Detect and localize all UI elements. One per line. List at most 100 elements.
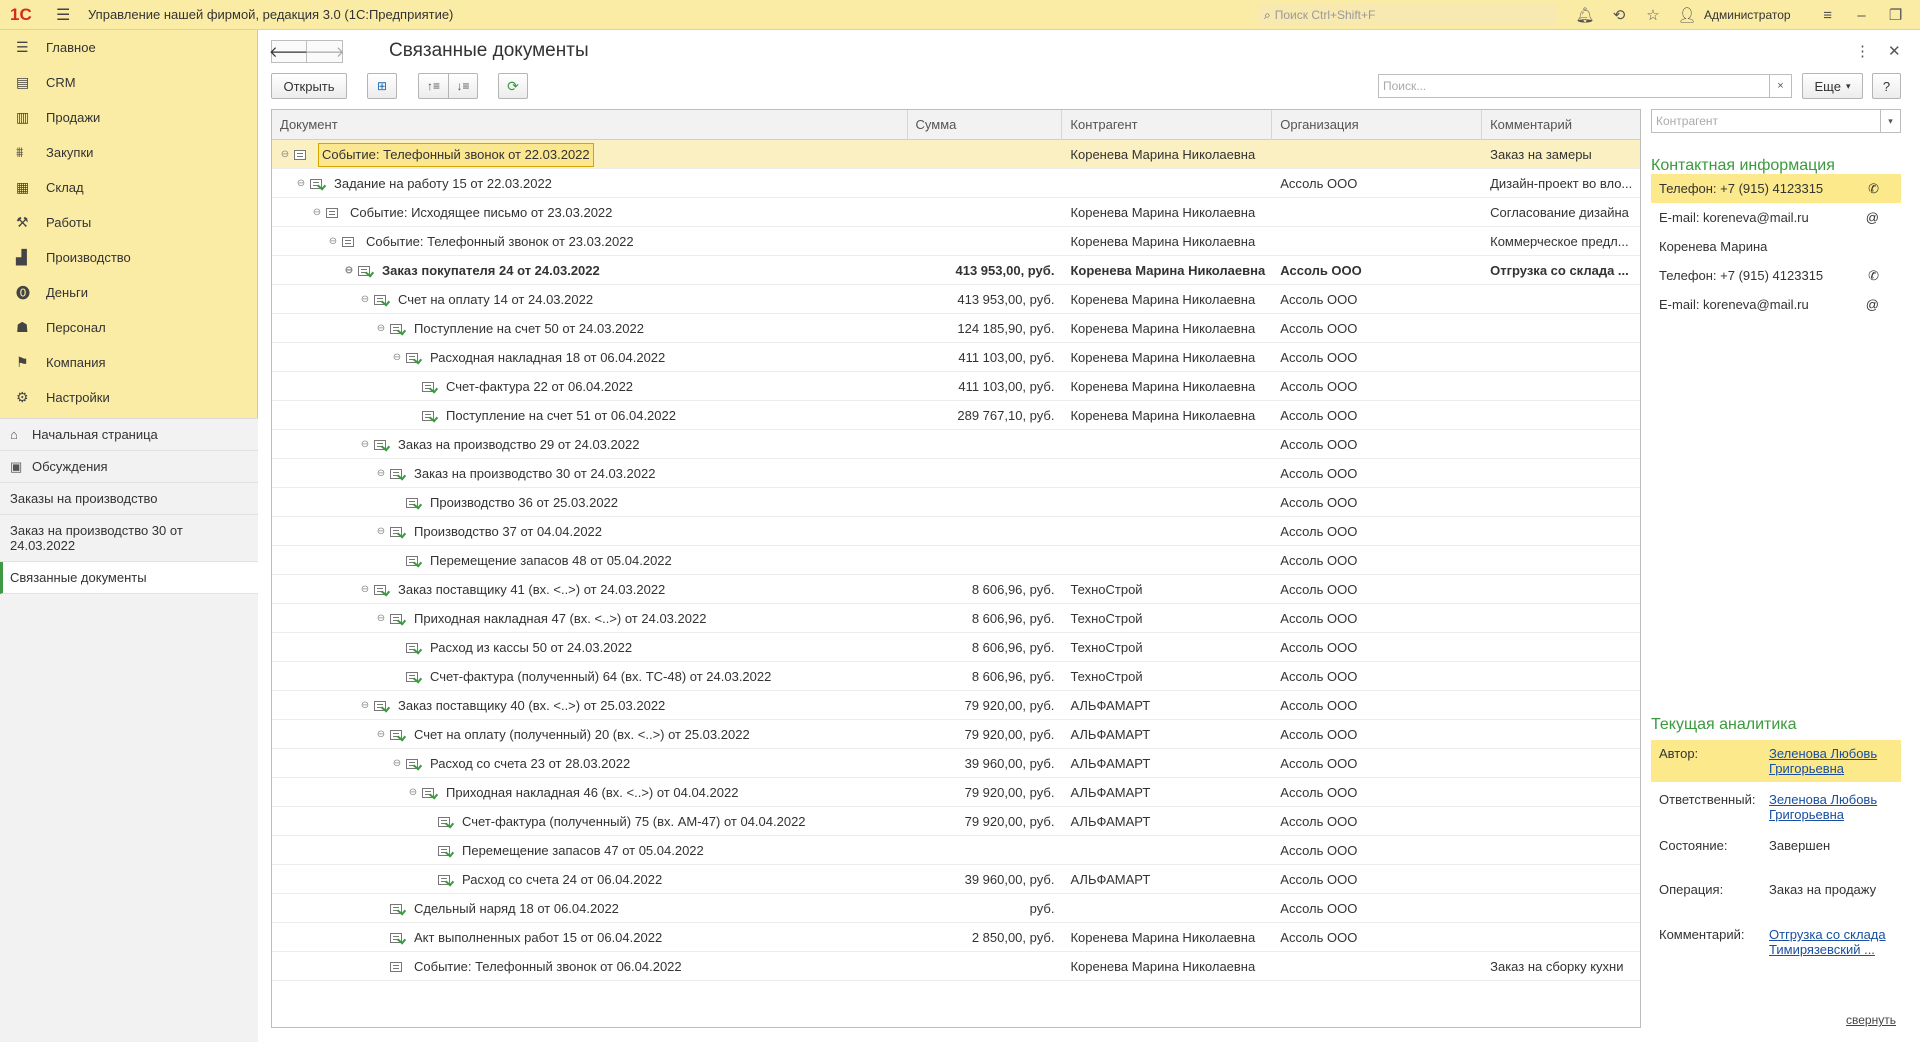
table-row[interactable]: ⊖ Счет на оплату (полученный) 20 (вх. <..… [272,720,1640,749]
search-input[interactable]: Поиск... [1378,74,1770,98]
email-icon[interactable]: @ [1866,210,1879,225]
sort-asc-button[interactable]: ↑≡ [418,73,448,99]
table-row[interactable]: ⊖ Приходная накладная 46 (вх. <..>) от 04… [272,778,1640,807]
nav-item[interactable]: ⩩ Закупки [0,135,257,170]
document-title[interactable]: Перемещение запасов 47 от 05.04.2022 [462,836,704,865]
collapse-toggle-icon[interactable]: ⊖ [374,314,388,343]
document-title[interactable]: Акт выполненных работ 15 от 06.04.2022 [414,923,662,952]
table-row[interactable]: Акт выполненных работ 15 от 06.04.2022 2 … [272,923,1640,952]
open-window-item[interactable]: ⌂ Начальная страница [0,419,258,451]
user-name[interactable]: Администратор [1704,8,1791,22]
table-row[interactable]: ⊖ Заказ поставщику 41 (вх. <..>) от 24.03… [272,575,1640,604]
email-icon[interactable]: @ [1866,297,1879,312]
table-row[interactable]: Расход из кассы 50 от 24.03.2022 8 606,96… [272,633,1640,662]
collapse-toggle-icon[interactable]: ⊖ [294,169,308,198]
table-row[interactable]: ⊖ Заказ поставщику 40 (вх. <..>) от 25.03… [272,691,1640,720]
collapse-toggle-icon[interactable]: ⊖ [374,517,388,546]
column-header-document[interactable]: Документ [272,110,908,140]
collapse-toggle-icon[interactable]: ⊖ [342,256,356,285]
forward-button[interactable]: 🡒 [304,40,345,63]
bell-icon[interactable]: 🔔︎ [1568,6,1602,24]
table-row[interactable]: ⊖ Заказ на производство 29 от 24.03.2022 А… [272,430,1640,459]
table-row[interactable]: Событие: Телефонный звонок от 06.04.2022… [272,952,1640,981]
open-window-item[interactable]: Связанные документы [0,562,258,594]
collapse-toggle-icon[interactable]: ⊖ [358,575,372,604]
nav-item[interactable]: ⚙ Настройки [0,380,257,415]
table-row[interactable]: ⊖ Счет на оплату 14 от 24.03.2022 413 953,… [272,285,1640,314]
contact-row[interactable]: Телефон: +7 (915) 4123315 ✆ [1651,261,1901,290]
phone-icon[interactable]: ✆ [1868,268,1879,284]
table-row[interactable]: Поступление на счет 51 от 06.04.2022 289 … [272,401,1640,430]
document-title[interactable]: Перемещение запасов 48 от 05.04.2022 [430,546,672,575]
open-window-item[interactable]: Заказ на производство 30 от 24.03.2022 [0,515,258,562]
document-title[interactable]: Счет на оплату (полученный) 20 (вх. <..>… [414,720,750,749]
document-title[interactable]: Событие: Исходящее письмо от 23.03.2022 [350,198,612,227]
minimize-icon[interactable]: – [1845,7,1879,24]
contact-row[interactable]: E-mail: koreneva@mail.ru @ [1651,203,1901,232]
main-menu-icon[interactable]: ☰ [56,5,76,25]
contact-row[interactable]: Телефон: +7 (915) 4123315 ✆ [1651,174,1901,203]
more-button[interactable]: Еще ▾ [1802,73,1863,99]
nav-item[interactable]: ▟ Производство [0,240,257,275]
collapse-toggle-icon[interactable]: ⊖ [326,227,340,256]
table-row[interactable]: Перемещение запасов 47 от 05.04.2022 Ассо… [272,836,1640,865]
more-actions-icon[interactable]: ⋮ [1855,42,1870,60]
column-header-comment[interactable]: Комментарий [1482,110,1640,140]
history-icon[interactable]: ⟲ [1602,6,1636,24]
kontragent-input[interactable]: Контрагент [1651,109,1881,133]
table-row[interactable]: Сдельный наряд 18 от 06.04.2022 руб. Ассол… [272,894,1640,923]
app-logo[interactable]: 1С [10,5,44,25]
collapse-toggle-icon[interactable]: ⊖ [358,691,372,720]
collapse-toggle-icon[interactable]: ⊖ [310,198,324,227]
document-title[interactable]: Сдельный наряд 18 от 06.04.2022 [414,894,619,923]
document-title[interactable]: Заказ покупателя 24 от 24.03.2022 [382,256,600,285]
search-clear-button[interactable]: × [1770,74,1792,98]
document-title[interactable]: Поступление на счет 51 от 06.04.2022 [446,401,676,430]
nav-item[interactable]: ☗ Персонал [0,310,257,345]
document-title[interactable]: Заказ поставщику 41 (вх. <..>) от 24.03.… [398,575,665,604]
collapse-toggle-icon[interactable]: ⊖ [390,749,404,778]
table-row[interactable]: ⊖ Расход со счета 23 от 28.03.2022 39 960,… [272,749,1640,778]
close-app-icon[interactable]: ✕ [1913,6,1920,24]
collapse-link[interactable]: свернуть [1846,1013,1896,1027]
structure-button[interactable]: ⊞ [367,73,397,99]
table-row[interactable]: ⊖ Задание на работу 15 от 22.03.2022 Ассол… [272,169,1640,198]
nav-item[interactable]: ⚑ Компания [0,345,257,380]
table-row[interactable]: Счет-фактура (полученный) 75 (вх. АМ-47)… [272,807,1640,836]
document-title[interactable]: Расход со счета 23 от 28.03.2022 [430,749,630,778]
close-icon[interactable]: ✕ [1888,42,1901,60]
collapse-toggle-icon[interactable]: ⊖ [358,285,372,314]
star-icon[interactable]: ☆ [1636,6,1670,24]
table-row[interactable]: Производство 36 от 25.03.2022 Ассоль ООО [272,488,1640,517]
document-title[interactable]: Расход из кассы 50 от 24.03.2022 [430,633,632,662]
sort-desc-button[interactable]: ↓≡ [448,73,478,99]
table-row[interactable]: ⊖ Производство 37 от 04.04.2022 Ассоль ООО [272,517,1640,546]
contact-row[interactable]: E-mail: koreneva@mail.ru @ [1651,290,1901,319]
refresh-button[interactable]: ⟳ [498,73,528,99]
document-title[interactable]: Счет-фактура (полученный) 64 (вх. ТС-48)… [430,662,771,691]
table-row[interactable]: ⊖ Заказ покупателя 24 от 24.03.2022 413 95… [272,256,1640,285]
document-title[interactable]: Счет-фактура 22 от 06.04.2022 [446,372,633,401]
table-row[interactable]: ⊖ Событие: Телефонный звонок от 22.03.202… [272,140,1640,169]
document-title[interactable]: Событие: Телефонный звонок от 22.03.2022 [318,142,594,167]
document-title[interactable]: Событие: Телефонный звонок от 23.03.2022 [366,227,634,256]
collapse-toggle-icon[interactable]: ⊖ [406,778,420,807]
open-button[interactable]: Открыть [271,73,347,99]
document-title[interactable]: Заказ поставщику 40 (вх. <..>) от 25.03.… [398,691,665,720]
user-icon[interactable]: 👤︎ [1670,6,1704,24]
document-title[interactable]: Событие: Телефонный звонок от 06.04.2022 [414,952,682,981]
table-row[interactable]: ⊖ Приходная накладная 47 (вх. <..>) от 24… [272,604,1640,633]
document-title[interactable]: Приходная накладная 47 (вх. <..>) от 24.… [414,604,706,633]
document-title[interactable]: Расход со счета 24 от 06.04.2022 [462,865,662,894]
collapse-toggle-icon[interactable]: ⊖ [278,140,292,169]
table-row[interactable]: Счет-фактура (полученный) 64 (вх. ТС-48)… [272,662,1640,691]
table-row[interactable]: ⊖ Поступление на счет 50 от 24.03.2022 124… [272,314,1640,343]
document-title[interactable]: Расходная накладная 18 от 06.04.2022 [430,343,665,372]
document-title[interactable]: Заказ на производство 30 от 24.03.2022 [414,459,655,488]
contact-row[interactable]: Коренева Марина [1651,232,1901,261]
analytics-value[interactable]: Зеленова Любовь Григорьевна [1769,792,1893,822]
table-row[interactable]: ⊖ Заказ на производство 30 от 24.03.2022 А… [272,459,1640,488]
collapse-toggle-icon[interactable]: ⊖ [390,343,404,372]
document-title[interactable]: Производство 37 от 04.04.2022 [414,517,602,546]
global-search-input[interactable]: ⌕ Поиск Ctrl+Shift+F [1258,4,1558,26]
